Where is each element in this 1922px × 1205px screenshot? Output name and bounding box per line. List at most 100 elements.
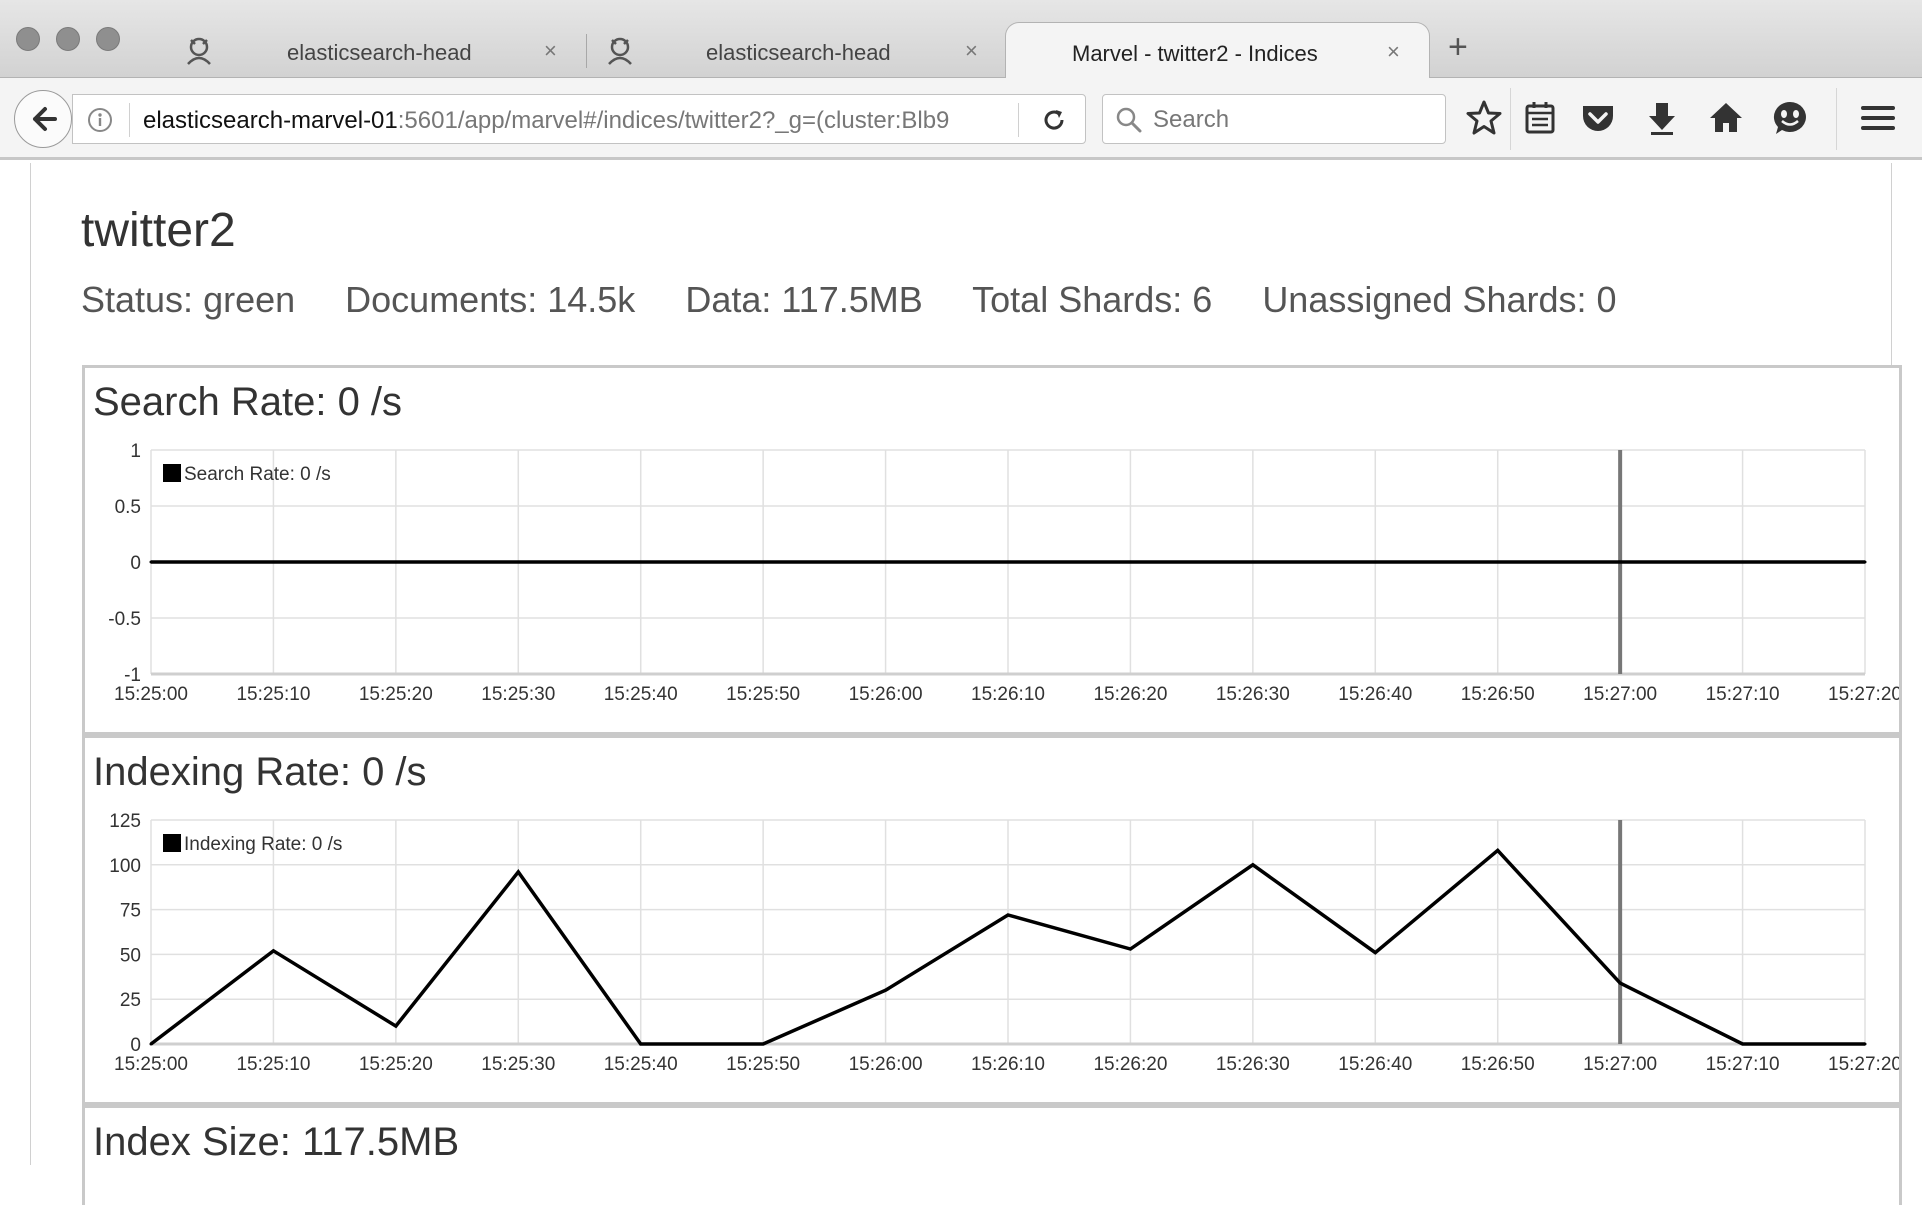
x-tick-label: 15:25:20: [359, 684, 433, 705]
y-tick-label: 0.5: [115, 497, 141, 518]
search-rate-chart: 1 0.5 0 -0.5 -115:25:00 15:25:10 15:25:20 15:25…: [108, 441, 1899, 705]
back-arrow-icon: [33, 107, 57, 131]
pocket-icon[interactable]: [1578, 98, 1618, 138]
x-tick-label: 15:26:50: [1461, 1054, 1535, 1075]
search-icon: [1116, 107, 1142, 133]
index-size-panel: Index Size: 117.5MB: [82, 1105, 1902, 1205]
data-point: [271, 949, 275, 953]
data-point: [761, 1042, 765, 1046]
data-point: [639, 1042, 643, 1046]
x-tick-label: 15:26:10: [971, 1054, 1045, 1075]
x-tick-label: 15:27:00: [1583, 684, 1657, 705]
panel-title: Index Size: 117.5MB: [93, 1120, 460, 1164]
x-tick-label: 15:26:20: [1093, 1054, 1167, 1075]
data-point: [1251, 863, 1255, 867]
x-tick-label: 15:25:50: [726, 1054, 800, 1075]
legend-swatch: [163, 834, 181, 852]
indexing-rate-panel: Indexing Rate: 0 /s 125 100 75 50 25 0 15:25:0…: [82, 735, 1902, 1105]
data-point: [1863, 1042, 1867, 1046]
legend-swatch: [163, 464, 181, 482]
data-point: [1251, 560, 1255, 564]
x-tick-label: 15:25:40: [604, 684, 678, 705]
data-point: [884, 988, 888, 992]
x-tick-label: 15:26:30: [1216, 684, 1290, 705]
menu-icon[interactable]: [1858, 98, 1898, 138]
data-point: [1128, 560, 1132, 564]
star-icon[interactable]: [1464, 98, 1504, 138]
x-tick-label: 15:25:10: [236, 684, 310, 705]
data-point: [1618, 560, 1622, 564]
data-point: [394, 1024, 398, 1028]
tab-close-icon[interactable]: ×: [1387, 39, 1400, 65]
data-point: [1741, 1042, 1745, 1046]
back-button[interactable]: [14, 90, 72, 148]
url-divider: [129, 103, 130, 137]
x-tick-label: 15:26:20: [1093, 684, 1167, 705]
window-zoom-button[interactable]: [96, 27, 120, 51]
legend-label: Indexing Rate: 0 /s: [184, 834, 342, 855]
x-tick-label: 15:27:10: [1706, 684, 1780, 705]
legend-label: Search Rate: 0 /s: [184, 464, 331, 485]
data-point: [884, 560, 888, 564]
url-text[interactable]: elasticsearch-marvel-01:5601/app/marvel#…: [143, 107, 1043, 135]
data-point: [1373, 560, 1377, 564]
data-point: [516, 870, 520, 874]
tab-label: elasticsearch-head: [706, 40, 891, 65]
x-tick-label: 15:26:00: [849, 684, 923, 705]
home-icon[interactable]: [1706, 98, 1746, 138]
data-point: [149, 560, 153, 564]
y-tick-label: 0: [130, 553, 141, 574]
url-path: :5601/app/marvel#/indices/twitter2?_g=(c…: [397, 107, 950, 134]
reading-list-icon[interactable]: [1520, 98, 1560, 138]
url-host: elasticsearch-marvel-01: [143, 107, 398, 134]
x-tick-label: 15:26:10: [971, 684, 1045, 705]
tab-strip: elasticsearch-head × elasticsearch-head …: [0, 0, 1922, 78]
info-icon[interactable]: [87, 107, 113, 133]
y-tick-label: 75: [120, 901, 141, 922]
elasticsearch-head-tab-icon: [608, 37, 632, 65]
data-point: [1006, 560, 1010, 564]
window-close-button[interactable]: [16, 27, 40, 51]
tab-close-icon[interactable]: ×: [965, 38, 978, 64]
toolbar-divider: [1510, 88, 1511, 150]
y-tick-label: 0: [130, 1035, 141, 1056]
data-point: [1006, 913, 1010, 917]
tab-close-icon[interactable]: ×: [544, 38, 557, 64]
data-point: [1496, 560, 1500, 564]
x-tick-label: 15:25:00: [114, 1054, 188, 1075]
x-tick-label: 15:27:20: [1828, 684, 1899, 705]
x-tick-label: 15:25:30: [481, 1054, 555, 1075]
url-divider: [1018, 103, 1019, 137]
navigation-bar: elasticsearch-marvel-01:5601/app/marvel#…: [0, 78, 1922, 160]
data-stat: Data: 117.5MB: [685, 279, 923, 320]
data-point: [271, 560, 275, 564]
data-point: [1373, 951, 1377, 955]
new-tab-button[interactable]: +: [1448, 30, 1468, 64]
data-point: [639, 560, 643, 564]
y-tick-label: 25: [120, 990, 141, 1011]
x-tick-label: 15:26:40: [1338, 684, 1412, 705]
tab-elasticsearch-head-1[interactable]: elasticsearch-head ×: [142, 22, 572, 78]
url-bar[interactable]: elasticsearch-marvel-01:5601/app/marvel#…: [72, 94, 1086, 144]
data-point: [1618, 981, 1622, 985]
reload-icon[interactable]: [1041, 107, 1067, 133]
window-minimize-button[interactable]: [56, 27, 80, 51]
tab-marvel-indices[interactable]: Marvel - twitter2 - Indices ×: [1005, 22, 1430, 78]
smiley-icon[interactable]: [1770, 98, 1810, 138]
toolbar-divider: [1836, 88, 1837, 150]
x-tick-label: 15:26:30: [1216, 1054, 1290, 1075]
y-tick-label: 100: [109, 856, 141, 877]
x-tick-label: 15:27:20: [1828, 1054, 1899, 1075]
search-input[interactable]: [1153, 104, 1433, 136]
data-point: [761, 560, 765, 564]
tab-elasticsearch-head-2[interactable]: elasticsearch-head ×: [563, 22, 993, 78]
search-box[interactable]: [1102, 94, 1446, 144]
data-point: [516, 560, 520, 564]
data-point: [1741, 560, 1745, 564]
y-tick-label: 50: [120, 945, 141, 966]
data-point: [1128, 947, 1132, 951]
download-icon[interactable]: [1642, 98, 1682, 138]
page-title: twitter2: [81, 204, 236, 257]
data-point: [1863, 560, 1867, 564]
x-tick-label: 15:25:00: [114, 684, 188, 705]
